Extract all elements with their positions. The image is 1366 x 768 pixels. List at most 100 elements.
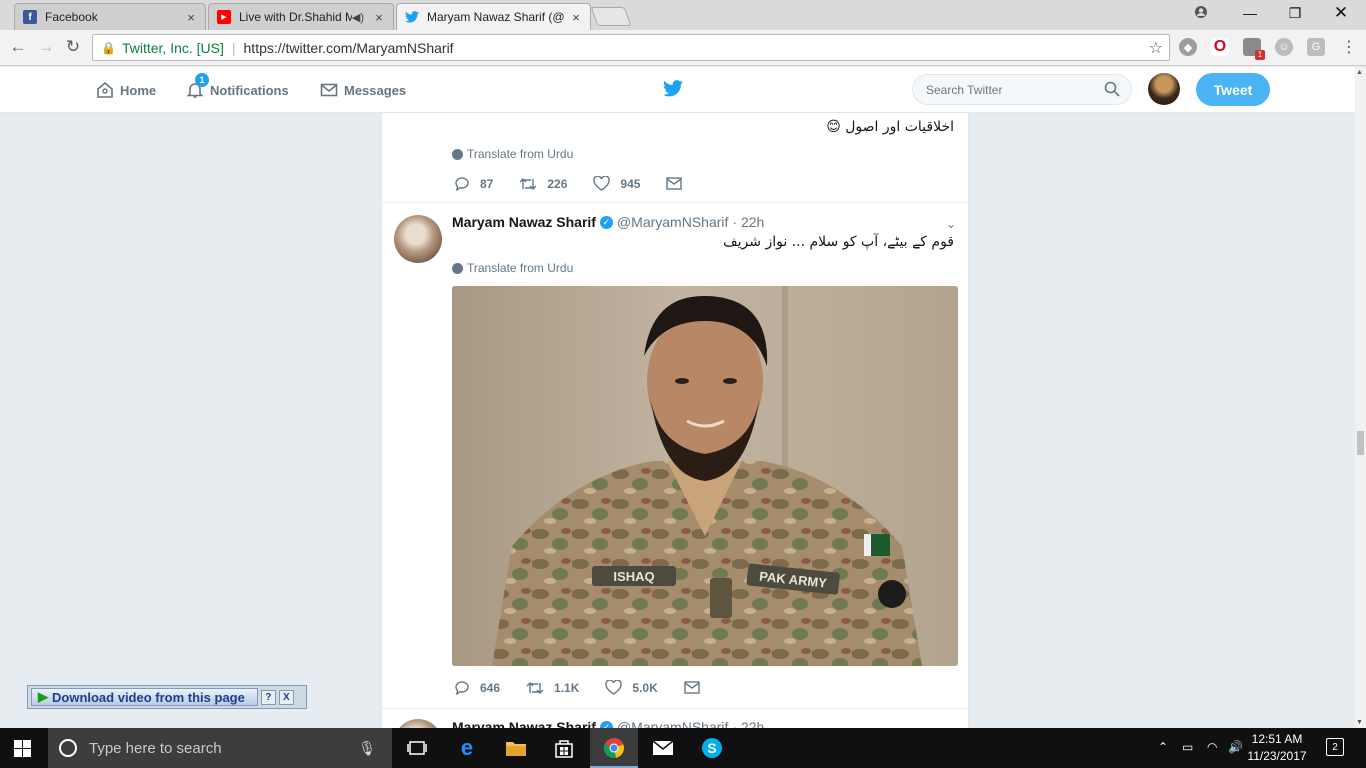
taskbar-clock[interactable]: 12:51 AM 11/23/2017 (1242, 731, 1312, 765)
download-video-button[interactable]: ▶ Download video from this page (31, 688, 258, 706)
messages-label: Messages (344, 82, 407, 98)
reload-button[interactable]: ↻ (62, 37, 84, 57)
page-scrollbar[interactable]: ▲ ▼ (1355, 67, 1366, 728)
scroll-up-icon[interactable]: ▲ (1356, 69, 1363, 76)
chevron-up-icon[interactable]: ⌃ (1158, 740, 1168, 754)
chevron-down-icon[interactable]: ⌄ (946, 721, 956, 728)
task-view-icon[interactable] (403, 734, 431, 762)
author-handle[interactable]: @MaryamNSharif (617, 214, 728, 230)
tab-facebook[interactable]: f Facebook × (14, 3, 206, 30)
scroll-down-icon[interactable]: ▼ (1356, 719, 1363, 726)
tab-title: Maryam Nawaz Sharif (@ (427, 10, 565, 24)
reply-count: 646 (480, 680, 501, 695)
store-icon[interactable] (550, 734, 578, 762)
avatar[interactable] (1148, 73, 1180, 105)
mail-icon[interactable] (649, 734, 677, 762)
file-explorer-icon[interactable] (502, 734, 530, 762)
browser-tab-strip: f Facebook × ▶ Live with Dr.Shahid M ◀) … (0, 0, 1366, 30)
search-icon[interactable] (1104, 81, 1120, 97)
divider (382, 202, 968, 203)
close-window-button[interactable]: ✕ (1327, 3, 1355, 23)
envelope-icon (666, 177, 683, 190)
tab-title: Live with Dr.Shahid M (239, 10, 352, 24)
reply-button[interactable]: 87 (454, 176, 493, 191)
direct-message-button[interactable] (684, 681, 710, 694)
translate-label: Translate from Urdu (467, 261, 574, 275)
audio-playing-icon[interactable]: ◀) (352, 11, 364, 24)
close-icon[interactable]: × (569, 10, 583, 25)
tweet-time[interactable]: · 22h (732, 214, 764, 230)
close-icon[interactable]: × (184, 10, 198, 25)
chrome-taskbar-icon[interactable] (590, 728, 638, 768)
youtube-icon: ▶ (217, 10, 231, 24)
tweet-text: اخلاقیات اور اصول 😊 (826, 119, 954, 135)
like-button[interactable]: 945 (593, 176, 640, 191)
avatar[interactable] (394, 215, 442, 263)
extension-cube-icon[interactable]: ◆ (1179, 38, 1197, 56)
tweet-text: قوم کے بیٹے، آپ کو سلام ... نواز شریف (723, 234, 954, 250)
volume-icon[interactable]: 🔊 (1228, 740, 1243, 754)
tweet-button[interactable]: Tweet (1196, 73, 1270, 106)
retweet-button[interactable]: 1.1K (526, 681, 579, 695)
direct-message-button[interactable] (666, 177, 692, 190)
url-text[interactable]: https://twitter.com/MaryamNSharif (244, 40, 454, 56)
extension-g-icon[interactable]: G (1307, 38, 1325, 56)
nav-messages[interactable]: Messages (320, 81, 406, 99)
cortana-icon (59, 739, 77, 757)
retweet-button[interactable]: 226 (519, 177, 567, 191)
taskbar-search[interactable]: Type here to search 🎙 (48, 728, 392, 768)
globe-icon (452, 262, 463, 274)
tab-twitter[interactable]: Maryam Nawaz Sharif (@ × (396, 3, 591, 30)
microphone-icon[interactable]: 🎙 (358, 740, 376, 757)
bookmark-star-icon[interactable]: ☆ (1149, 38, 1163, 58)
windows-start-icon[interactable] (14, 740, 31, 757)
extension-face-icon[interactable]: ☺ (1275, 38, 1293, 56)
reply-button[interactable]: 646 (454, 680, 500, 695)
translate-label: Translate from Urdu (467, 147, 574, 161)
tab-title: Facebook (45, 10, 98, 24)
shield-extension-icon[interactable]: 1 (1243, 38, 1265, 60)
retweet-icon (526, 681, 544, 694)
download-video-bar: ▶ Download video from this page ? X (27, 685, 307, 709)
help-button[interactable]: ? (260, 689, 276, 705)
translate-link[interactable]: Translate from Urdu (452, 147, 573, 161)
new-tab-button[interactable] (590, 7, 632, 26)
battery-icon[interactable]: ▭ (1182, 740, 1193, 754)
avatar[interactable] (394, 719, 442, 728)
facebook-icon: f (23, 10, 37, 24)
close-button[interactable]: X (278, 689, 294, 705)
profile-icon[interactable] (1187, 5, 1215, 22)
like-count: 945 (620, 176, 641, 191)
heart-icon (593, 176, 611, 191)
close-icon[interactable]: × (372, 10, 386, 25)
tab-youtube[interactable]: ▶ Live with Dr.Shahid M ◀) × (208, 3, 394, 30)
author-name[interactable]: Maryam Nawaz Sharif (452, 719, 596, 728)
translate-link[interactable]: Translate from Urdu (452, 261, 573, 275)
forward-button[interactable]: → (35, 37, 57, 57)
search-input[interactable] (912, 74, 1132, 105)
retweet-icon (519, 177, 537, 190)
tweet-photo[interactable]: ISHAQ PAK ARMY (452, 286, 958, 666)
action-center-icon[interactable]: 2 (1326, 738, 1344, 756)
minimize-button[interactable]: — (1236, 5, 1264, 21)
chevron-down-icon[interactable]: ⌄ (946, 217, 956, 231)
author-handle[interactable]: @MaryamNSharif (617, 719, 728, 728)
opera-vpn-icon[interactable]: O (1211, 38, 1229, 56)
menu-icon[interactable]: ⋮ (1338, 37, 1360, 57)
timeline: اخلاقیات اور اصول 😊 Translate from Urdu … (381, 113, 969, 728)
retweet-count: 226 (547, 176, 568, 191)
wifi-icon[interactable]: ◠ (1207, 740, 1217, 754)
browser-toolbar: ← → ↻ 🔒 Twitter, Inc. [US] | https://twi… (0, 30, 1366, 66)
restore-button[interactable]: ❐ (1281, 5, 1309, 22)
site-identity[interactable]: Twitter, Inc. [US] (122, 40, 224, 56)
nav-home[interactable]: Home (96, 81, 156, 99)
back-button[interactable]: ← (7, 37, 29, 57)
twitter-bird-logo-icon[interactable] (663, 80, 683, 102)
author-name[interactable]: Maryam Nawaz Sharif (452, 214, 596, 230)
address-bar[interactable]: 🔒 Twitter, Inc. [US] | https://twitter.c… (92, 34, 1170, 61)
edge-browser-icon[interactable]: e (453, 734, 481, 762)
skype-icon[interactable]: S (698, 734, 726, 762)
tweet-time[interactable]: · 22h (732, 719, 764, 728)
like-button[interactable]: 5.0K (605, 680, 658, 695)
scrollbar-thumb[interactable] (1357, 431, 1364, 455)
